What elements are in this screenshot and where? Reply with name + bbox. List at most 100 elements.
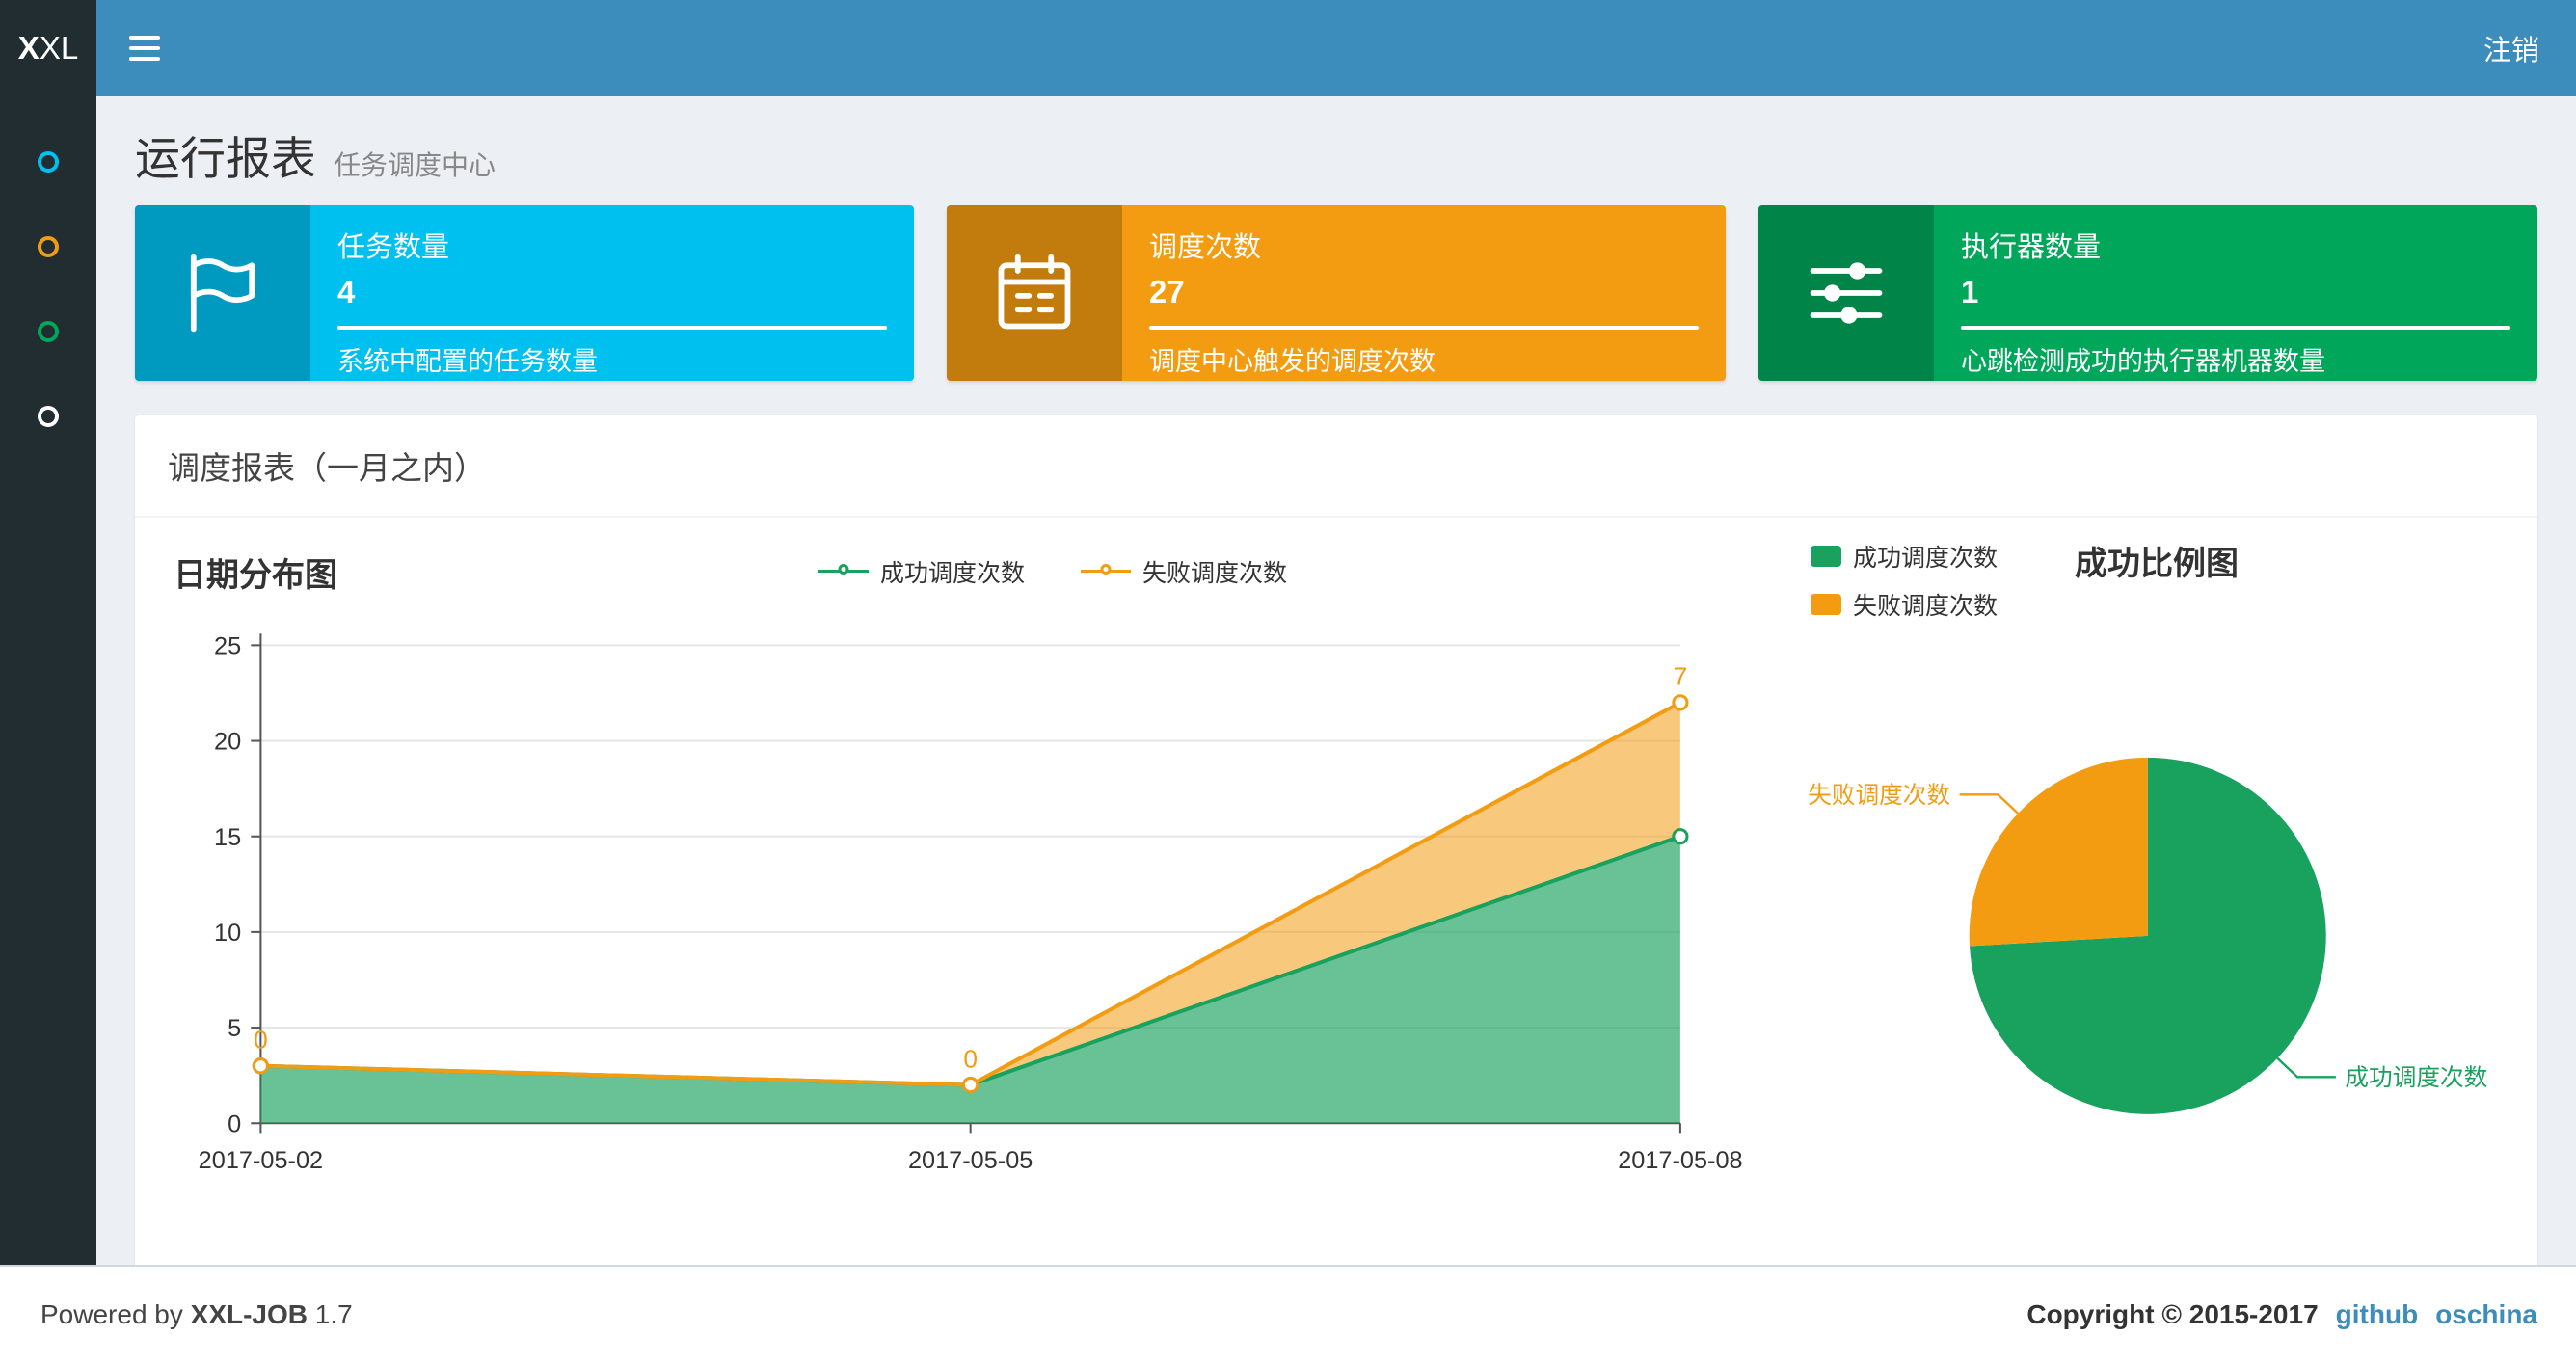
page-header: 运行报表 任务调度中心	[96, 96, 2576, 201]
line-marker-icon	[818, 562, 869, 581]
pie-label-line	[2276, 1056, 2336, 1079]
pie-chart-legend: 成功调度次数 失败调度次数	[1811, 539, 1998, 622]
success-ratio-chart-block: 成功调度次数 失败调度次数 成功比例图 成功调度次数 失败调度次数	[1768, 535, 2518, 1245]
info-box-description: 调度中心触发的调度次数	[1149, 347, 1436, 376]
sidebar-item-1[interactable]	[0, 120, 96, 204]
info-box-trigger-count: 调度次数 27 调度中心触发的调度次数	[947, 205, 1726, 381]
pie-slice-label: 失败调度次数	[1808, 782, 1950, 809]
calendar-icon	[947, 205, 1122, 381]
line-chart-title: 日期分布图	[174, 556, 337, 594]
line-chart-legend: 成功调度次数 失败调度次数	[337, 554, 1768, 589]
point-label: 0	[963, 1044, 978, 1073]
legend-item-fail[interactable]: 失败调度次数	[1081, 554, 1287, 589]
info-box-content: 执行器数量 1 心跳检测成功的执行器机器数量	[1934, 205, 2537, 381]
footer: Powered by XXL-JOB 1.7 Copyright © 2015-…	[0, 1265, 2576, 1363]
footer-right: Copyright © 2015-2017 github oschina	[2026, 1299, 2537, 1330]
legend-label: 成功调度次数	[1853, 545, 1999, 572]
sidebar-item-3[interactable]	[0, 289, 96, 374]
legend-label: 失败调度次数	[1142, 560, 1288, 587]
line-chart-header: 日期分布图 成功调度次数 失败调度次数	[148, 535, 1768, 608]
legend-item-success[interactable]: 成功调度次数	[818, 554, 1025, 589]
x-tick-label: 2017-05-02	[199, 1147, 323, 1174]
logout-link[interactable]: 注销	[2447, 28, 2576, 68]
flag-icon	[135, 205, 310, 381]
data-point-fail[interactable]	[962, 1076, 979, 1094]
point-label: 0	[254, 1026, 268, 1055]
brand-name: XXL-JOB	[190, 1299, 309, 1329]
sidebar-toggle-button[interactable]	[96, 0, 193, 96]
sidebar	[0, 96, 96, 1265]
info-box-description: 系统中配置的任务数量	[337, 347, 598, 376]
powered-by: Powered by XXL-JOB 1.7	[40, 1299, 353, 1330]
info-box-executor-count: 执行器数量 1 心跳检测成功的执行器机器数量	[1758, 205, 2537, 381]
copyright-text: Copyright © 2015-2017	[2026, 1299, 2319, 1329]
powered-prefix: Powered by	[40, 1299, 183, 1329]
info-box-value: 27	[1149, 274, 1185, 309]
report-panel: 调度报表（一月之内） 日期分布图 成功调度次数 失败调度次数 0 5 10 15…	[135, 415, 2537, 1265]
y-tick-label: 5	[228, 1015, 241, 1042]
page-title: 运行报表	[135, 133, 316, 184]
date-distribution-chart-block: 日期分布图 成功调度次数 失败调度次数 0 5 10 15 20 25 2017…	[148, 535, 1768, 1245]
info-box-value: 4	[337, 274, 356, 309]
circle-o-icon	[38, 236, 59, 257]
y-tick-label: 25	[214, 632, 241, 659]
oschina-link[interactable]: oschina	[2435, 1299, 2537, 1330]
logo-rest: XL	[39, 30, 79, 66]
navbar: 注销	[96, 0, 2576, 96]
legend-swatch-icon	[1811, 546, 1841, 567]
point-label: 7	[1674, 662, 1688, 691]
progress-bar	[1149, 326, 1699, 330]
y-tick-label: 10	[214, 920, 241, 947]
app-logo[interactable]: X XL	[0, 0, 96, 96]
legend-label: 成功调度次数	[879, 560, 1025, 587]
info-box-content: 任务数量 4 系统中配置的任务数量	[310, 205, 914, 381]
app-wrapper: X XL 注销 运行报表 任务调度中心 任务数量 4 系统中配置的任务数量 调度…	[0, 0, 2576, 1363]
info-box-description: 心跳检测成功的执行器机器数量	[1961, 347, 2325, 376]
x-tick-label: 2017-05-05	[908, 1147, 1033, 1174]
data-point-fail[interactable]	[252, 1057, 269, 1075]
logo-bold: X	[17, 30, 40, 66]
x-tick-label: 2017-05-08	[1618, 1147, 1742, 1174]
circle-o-icon	[38, 406, 59, 427]
info-boxes-row: 任务数量 4 系统中配置的任务数量 调度次数 27 调度中心触发的调度次数 执行…	[96, 201, 2576, 381]
panel-title: 调度报表（一月之内）	[168, 450, 486, 486]
legend-label: 失败调度次数	[1853, 593, 1999, 620]
legend-item-success[interactable]: 成功调度次数	[1811, 539, 1998, 574]
y-tick-label: 15	[214, 824, 241, 851]
panel-header: 调度报表（一月之内）	[135, 415, 2537, 518]
legend-item-fail[interactable]: 失败调度次数	[1811, 587, 1998, 622]
top-navbar: X XL 注销	[0, 0, 2576, 96]
info-box-title: 任务数量	[337, 232, 450, 263]
line-marker-icon	[1081, 562, 1131, 581]
info-box-value: 1	[1961, 274, 1979, 309]
pie-slice-label: 成功调度次数	[2345, 1064, 2487, 1091]
data-point-fail[interactable]	[1672, 694, 1689, 711]
info-box-job-count: 任务数量 4 系统中配置的任务数量	[135, 205, 914, 381]
info-box-title: 调度次数	[1149, 232, 1262, 263]
pie-chart: 成功调度次数 失败调度次数	[1808, 757, 2487, 1114]
y-tick-label: 0	[228, 1110, 241, 1137]
page-subtitle: 任务调度中心	[334, 150, 496, 180]
pie-slice-fail[interactable]	[1969, 757, 2148, 947]
circle-o-icon	[38, 151, 59, 173]
middle-region: 运行报表 任务调度中心 任务数量 4 系统中配置的任务数量 调度次数 27 调度…	[0, 96, 2576, 1265]
github-link[interactable]: github	[2336, 1299, 2419, 1330]
pie-label-line	[1959, 793, 2020, 815]
info-box-content: 调度次数 27 调度中心触发的调度次数	[1122, 205, 1726, 381]
progress-bar	[1961, 326, 2510, 330]
brand-version: 1.7	[314, 1299, 353, 1329]
pie-chart-title: 成功比例图	[2075, 546, 2240, 582]
progress-bar	[337, 326, 887, 330]
sidebar-item-2[interactable]	[0, 204, 96, 289]
content-area: 运行报表 任务调度中心 任务数量 4 系统中配置的任务数量 调度次数 27 调度…	[96, 96, 2576, 1265]
data-point-success[interactable]	[1672, 828, 1689, 845]
sidebar-item-4[interactable]	[0, 374, 96, 459]
pie-chart-header: 成功调度次数 失败调度次数 成功比例图	[1768, 535, 2518, 622]
info-box-title: 执行器数量	[1961, 232, 2102, 263]
line-chart: 05101520252017-05-02 2017-05-05 2017-05-08…	[199, 632, 1743, 1174]
circle-o-icon	[38, 321, 59, 342]
panel-body: 日期分布图 成功调度次数 失败调度次数 0 5 10 15 20 25 2017…	[135, 518, 2537, 1265]
y-tick-label: 20	[214, 729, 241, 756]
legend-swatch-icon	[1811, 594, 1841, 615]
sliders-icon	[1758, 205, 1934, 381]
